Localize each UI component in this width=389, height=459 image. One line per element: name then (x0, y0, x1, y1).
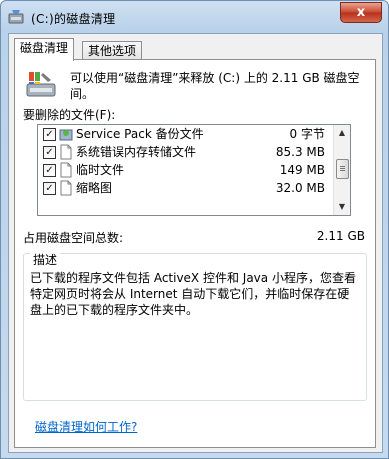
disk-cleanup-panel: 可以使用“磁盘清理”来释放 (C:) 上的 2.11 GB 磁盘空间。 要删除的… (14, 59, 376, 448)
file-name: 临时文件 (76, 163, 125, 177)
checkbox[interactable]: ✓ (43, 146, 56, 159)
files-list[interactable]: ✓ Service Pack 备份文件 0 字节 ✓ 系统错误内存转储文件 85… (37, 124, 351, 216)
description-text: 已下载的程序文件包括 ActiveX 控件和 Java 小程序，您查看特定网页时… (30, 271, 356, 317)
checkbox[interactable]: ✓ (43, 164, 56, 177)
file-name: Service Pack 备份文件 (76, 127, 204, 141)
disk-cleanup-app-icon (8, 10, 24, 24)
description-group: 描述 已下载的程序文件包括 ActiveX 控件和 Java 小程序，您查看特定… (23, 251, 367, 401)
service-pack-icon (59, 129, 73, 141)
list-item[interactable]: ✓ 临时文件 149 MB (38, 161, 333, 179)
checkbox[interactable]: ✓ (43, 128, 56, 141)
checkbox[interactable]: ✓ (43, 182, 56, 195)
vertical-scrollbar[interactable]: ▲ ▼ (333, 125, 350, 215)
scroll-down-arrow-icon[interactable]: ▼ (334, 199, 350, 215)
tab-disk-cleanup[interactable]: 磁盘清理 (14, 38, 75, 61)
scroll-thumb[interactable] (336, 159, 349, 179)
title-bar[interactable]: (C:)的磁盘清理 x (1, 1, 388, 33)
file-icon (60, 144, 72, 160)
file-size: 0 字节 (289, 127, 325, 141)
intro-text: 可以使用“磁盘清理”来释放 (C:) 上的 2.11 GB 磁盘空间。 (70, 71, 360, 101)
disk-cleanup-icon (26, 72, 56, 97)
file-name: 缩略图 (76, 181, 113, 195)
window-title: (C:)的磁盘清理 (31, 12, 116, 26)
how-cleanup-works-link[interactable]: 磁盘清理如何工作? (35, 418, 137, 435)
file-size: 149 MB (279, 163, 325, 177)
total-space-label: 占用磁盘空间总数: (23, 231, 124, 245)
disk-cleanup-window: (C:)的磁盘清理 x 磁盘清理 其他选项 可以使用“磁盘清理”来释放 (C:)… (0, 0, 389, 459)
file-size: 32.0 MB (275, 181, 325, 195)
grip-line (340, 166, 345, 167)
close-button[interactable]: x (340, 2, 382, 23)
file-icon (60, 180, 72, 196)
list-item[interactable]: ✓ 系统错误内存转储文件 85.3 MB (38, 143, 333, 161)
list-item[interactable]: ✓ 缩略图 32.0 MB (38, 179, 333, 197)
tab-more-options[interactable]: 其他选项 (82, 41, 143, 60)
file-icon (60, 162, 72, 178)
scroll-up-arrow-icon[interactable]: ▲ (334, 125, 350, 141)
description-legend: 描述 (30, 251, 61, 268)
dialog-client-area: 磁盘清理 其他选项 可以使用“磁盘清理”来释放 (C:) 上的 2.11 GB … (8, 33, 383, 453)
file-size: 85.3 MB (275, 145, 325, 159)
list-item[interactable]: ✓ Service Pack 备份文件 0 字节 (38, 125, 333, 143)
grip-line (340, 170, 345, 171)
grip-line (340, 168, 345, 169)
files-to-delete-label: 要删除的文件(F): (23, 108, 116, 122)
file-name: 系统错误内存转储文件 (76, 145, 197, 159)
total-space-value: 2.11 GB (316, 229, 365, 243)
